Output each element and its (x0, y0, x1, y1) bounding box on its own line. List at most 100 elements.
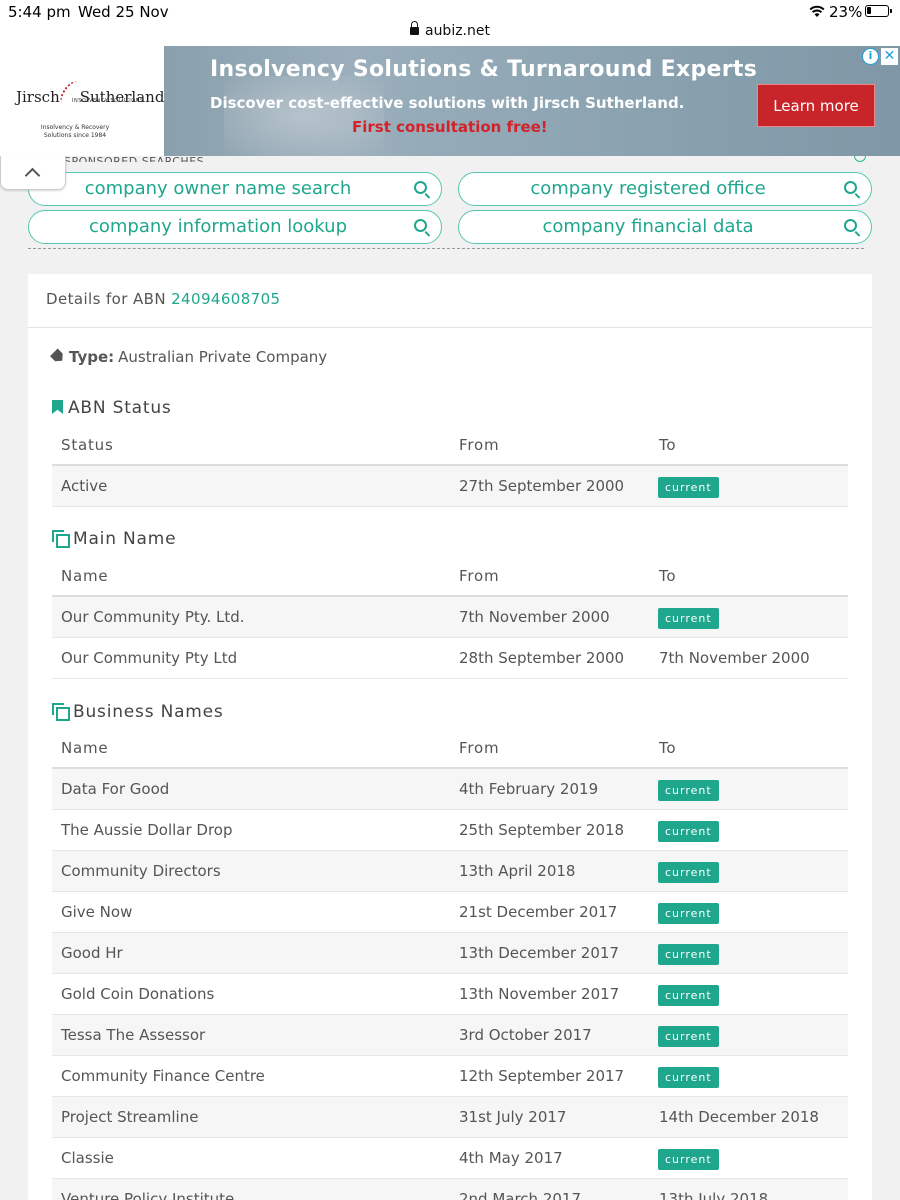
cell-from: 13th December 2017 (459, 944, 619, 962)
current-badge: current (658, 985, 719, 1006)
logo-subtitle: INSOLVENCY SOLUTIONS (72, 98, 144, 104)
cell-from: 13th November 2017 (459, 985, 620, 1003)
ad-logo: Jirsch Sutherland INSOLVENCY SOLUTIONS In… (0, 46, 164, 156)
search-pill-information-lookup[interactable]: company information lookup (28, 210, 442, 244)
copy-icon (52, 530, 70, 548)
table-row: Community Directors 13th April 2018 curren… (52, 851, 848, 892)
cell-name: Our Community Pty. Ltd. (61, 608, 245, 626)
url-text: aubiz.net (424, 23, 490, 39)
current-badge: current (658, 862, 719, 883)
cell-from: 12th September 2017 (459, 1067, 625, 1085)
table-row: Give Now 21st December 2017 current (52, 892, 848, 933)
table-row: The Aussie Dollar Drop 25th September 201… (52, 810, 848, 851)
cell-name: Give Now (61, 903, 133, 921)
logo-name-1: Jirsch (16, 88, 60, 106)
tag-icon (50, 348, 66, 364)
current-badge: current (658, 1067, 719, 1088)
ad-offer: First consultation free! (352, 118, 548, 136)
search-pill-registered-office[interactable]: company registered office (458, 172, 872, 206)
cell-name: Active (61, 477, 108, 495)
cell-name: Tessa The Assessor (61, 1026, 206, 1044)
cell-to: 14th December 2018 (659, 1108, 819, 1126)
cell-name: Our Community Pty Ltd (61, 649, 238, 667)
search-icon (844, 219, 857, 232)
table-header: Name From To (52, 729, 848, 769)
ad-headline: Insolvency Solutions & Turnaround Expert… (210, 57, 758, 82)
search-icon (414, 219, 427, 232)
cell-from: 31st July 2017 (459, 1108, 567, 1126)
section-title-business-names: Business Names (52, 701, 224, 722)
current-badge: current (658, 1026, 719, 1047)
battery-level (867, 7, 872, 14)
table-body: Active 27th September 2000 current (52, 466, 848, 507)
table-body: Data For Good 4th February 2019 current The… (52, 769, 848, 1200)
table-row: Good Hr 13th December 2017 current (52, 933, 848, 974)
card-header: Details for ABN 24094608705 (28, 274, 872, 328)
cell-name: Community Directors (61, 862, 221, 880)
current-badge: current (658, 780, 719, 801)
table-row: Our Community Pty Ltd 28th September 2000… (52, 638, 848, 679)
ad-photo: Insolvency Solutions & Turnaround Expert… (164, 46, 900, 156)
card-title: Details for ABN 24094608705 (46, 290, 281, 308)
table-header: Status From To (52, 426, 848, 466)
current-badge: current (658, 1149, 719, 1170)
cell-name: Good Hr (61, 944, 123, 962)
cell-from: 4th February 2019 (459, 780, 599, 798)
table-row: Gold Coin Donations 13th November 2017 cur… (52, 974, 848, 1015)
search-pill-financial-data[interactable]: company financial data (458, 210, 872, 244)
section-title-abn-status: ABN Status (52, 398, 172, 418)
current-badge: current (658, 821, 719, 842)
copy-icon (52, 703, 70, 721)
cell-name: The Aussie Dollar Drop (61, 821, 233, 839)
cell-from: 2nd March 2017 (459, 1190, 582, 1200)
cell-to: 7th November 2000 (659, 649, 810, 667)
status-time: 5:44 pm (8, 3, 71, 21)
wifi-icon (809, 5, 825, 17)
current-badge: current (658, 944, 719, 965)
cell-from: 4th May 2017 (459, 1149, 563, 1167)
abn-number: 24094608705 (171, 290, 281, 308)
cell-name: Data For Good (61, 780, 170, 798)
abn-status-table: Status From To Active 27th September 2000… (52, 426, 848, 507)
type-value: Australian Private Company (118, 348, 328, 366)
cell-from: 25th September 2018 (459, 821, 625, 839)
sponsored-marker-icon (854, 156, 866, 162)
bookmark-icon (52, 400, 63, 414)
chevron-up-icon (24, 167, 41, 184)
cell-name: Project Streamline (61, 1108, 199, 1126)
table-row: Tessa The Assessor 3rd October 2017 curren… (52, 1015, 848, 1056)
cell-to: 13th July 2018 (659, 1190, 769, 1200)
business-names-table: Name From To Data For Good 4th February 2… (52, 729, 848, 1200)
cell-from: 27th September 2000 (459, 477, 625, 495)
cell-name: Classie (61, 1149, 114, 1167)
table-row: Data For Good 4th February 2019 current (52, 769, 848, 810)
details-card: Details for ABN 24094608705 Type: Austral… (28, 274, 872, 1200)
current-badge: current (658, 477, 719, 498)
type-row: Type: Australian Private Company (52, 348, 327, 366)
collapse-tab[interactable] (0, 156, 66, 190)
search-pill-owner-name[interactable]: company owner name search (28, 172, 442, 206)
current-badge: current (658, 608, 719, 629)
learn-more-button[interactable]: Learn more (757, 84, 875, 127)
status-date: Wed 25 Nov (78, 3, 169, 21)
cell-name: Gold Coin Donations (61, 985, 215, 1003)
table-row: Active 27th September 2000 current (52, 466, 848, 507)
type-label: Type: (69, 348, 115, 366)
sponsored-label: SPONSORED SEARCHES (64, 155, 205, 162)
address-bar[interactable]: aubiz.net (0, 21, 900, 39)
ad-banner[interactable]: Jirsch Sutherland INSOLVENCY SOLUTIONS In… (0, 46, 900, 156)
sponsored-searches: SPONSORED SEARCHES company owner name se… (0, 155, 900, 252)
lock-icon (409, 21, 419, 35)
cell-from: 7th November 2000 (459, 608, 610, 626)
cell-from: 21st December 2017 (459, 903, 618, 921)
cell-from: 3rd October 2017 (459, 1026, 592, 1044)
cell-name: Community Finance Centre (61, 1067, 265, 1085)
main-name-table: Name From To Our Community Pty. Ltd. 7th … (52, 557, 848, 679)
cell-name: Venture Policy Institute (61, 1190, 235, 1200)
ad-info-icon[interactable]: i (862, 48, 879, 65)
table-row: Classie 4th May 2017 current (52, 1138, 848, 1179)
ad-close-icon[interactable]: ✕ (881, 48, 898, 65)
table-row: Project Streamline 31st July 2017 14th Dec… (52, 1097, 848, 1138)
table-header: Name From To (52, 557, 848, 597)
battery-icon (865, 5, 892, 17)
